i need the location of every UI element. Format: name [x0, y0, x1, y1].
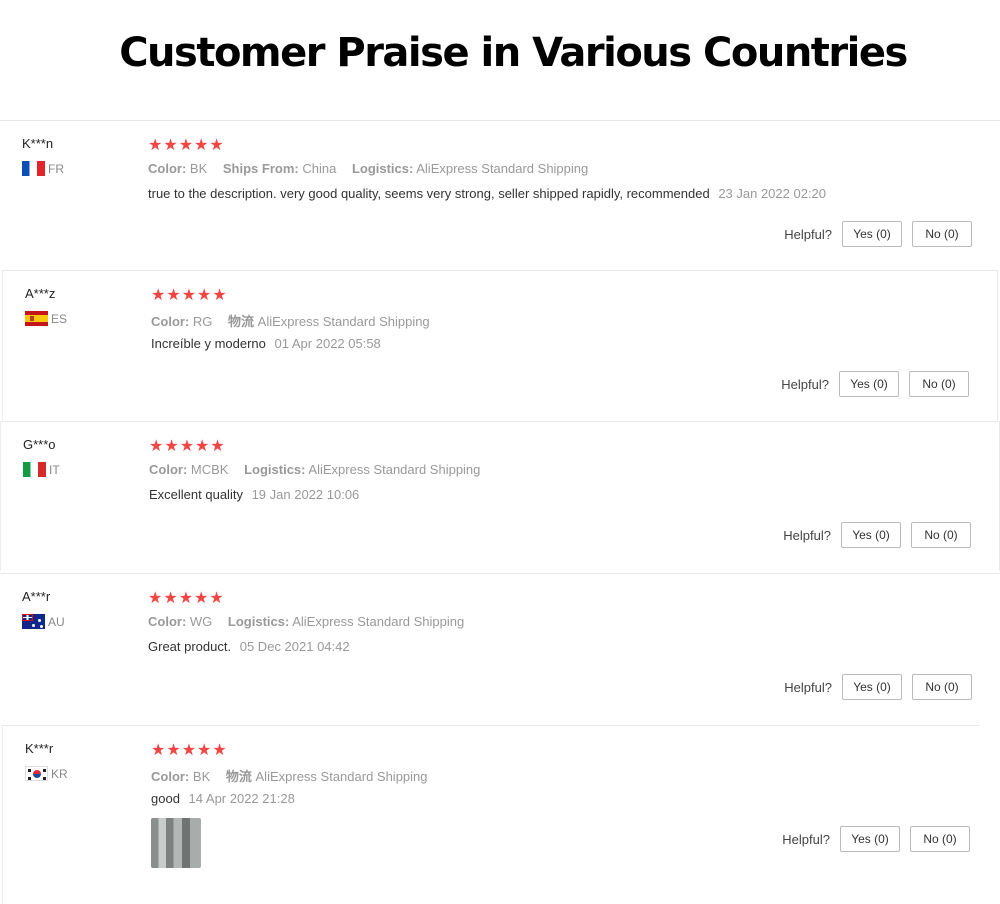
- meta-value: WG: [189, 614, 213, 629]
- helpful-yes-button[interactable]: Yes (0): [842, 674, 902, 700]
- review-body: true to the description. very good quali…: [148, 186, 710, 201]
- spain-flag-icon: [25, 311, 48, 326]
- meta-value: BK: [189, 161, 208, 176]
- meta-value: AliExpress Standard Shipping: [292, 614, 465, 629]
- review-body: Excellent quality: [149, 487, 243, 502]
- meta-value: BK: [192, 769, 211, 784]
- review-date: 19 Jan 2022 10:06: [251, 487, 360, 502]
- meta-label: Color:: [151, 769, 190, 784]
- helpful-no-button[interactable]: No (0): [912, 221, 972, 247]
- helpful-label: Helpful?: [782, 831, 830, 847]
- helpful-row: Helpful? Yes (0) No (0): [783, 522, 971, 548]
- reviewer-country: FR: [22, 161, 64, 176]
- reviewer-name: K***r: [25, 741, 54, 756]
- page-title: Customer Praise in Various Countries: [119, 30, 908, 76]
- meta-label: Logistics:: [351, 161, 414, 176]
- star-rating: ★★★★★: [151, 740, 228, 759]
- reviewer-name: A***z: [25, 286, 56, 301]
- review-body: good: [151, 791, 180, 806]
- helpful-no-button[interactable]: No (0): [912, 674, 972, 700]
- country-code: ES: [51, 311, 68, 326]
- review-date: 01 Apr 2022 05:58: [274, 336, 381, 351]
- south-korea-flag-icon: [25, 766, 48, 781]
- meta-label: 物流: [228, 314, 255, 329]
- meta-label: Color:: [149, 462, 188, 477]
- reviewer-name: A***r: [22, 589, 51, 604]
- review-card: A***r AU ★★★★★ Color: WG Logistics: AliE…: [0, 573, 1000, 723]
- reviewer-country: IT: [23, 462, 60, 477]
- helpful-label: Helpful?: [781, 376, 829, 392]
- review-date: 05 Dec 2021 04:42: [239, 639, 350, 654]
- review-date: 14 Apr 2022 21:28: [188, 791, 295, 806]
- star-rating: ★★★★★: [148, 588, 225, 607]
- helpful-yes-button[interactable]: Yes (0): [839, 371, 899, 397]
- review-text: Increíble y moderno 01 Apr 2022 05:58: [151, 336, 381, 351]
- star-rating: ★★★★★: [148, 135, 225, 154]
- review-text: Great product. 05 Dec 2021 04:42: [148, 639, 350, 654]
- review-meta: Color: RG 物流 AliExpress Standard Shippin…: [151, 311, 442, 330]
- meta-value: RG: [192, 314, 213, 329]
- meta-value: AliExpress Standard Shipping: [416, 161, 589, 176]
- review-meta: Color: WG Logistics: AliExpress Standard…: [148, 614, 476, 629]
- meta-value: AliExpress Standard Shipping: [255, 769, 428, 784]
- helpful-row: Helpful? Yes (0) No (0): [781, 371, 969, 397]
- helpful-label: Helpful?: [783, 527, 831, 543]
- helpful-no-button[interactable]: No (0): [910, 826, 970, 852]
- france-flag-icon: [22, 161, 45, 176]
- review-text: good 14 Apr 2022 21:28: [151, 791, 295, 806]
- country-code: AU: [48, 614, 65, 629]
- meta-value: AliExpress Standard Shipping: [308, 462, 481, 477]
- review-text: Excellent quality 19 Jan 2022 10:06: [149, 487, 359, 502]
- reviewer-country: KR: [25, 766, 68, 781]
- reviewer-name: G***o: [23, 437, 56, 452]
- review-date: 23 Jan 2022 02:20: [718, 186, 827, 201]
- meta-label: Color:: [148, 614, 187, 629]
- meta-label: Logistics:: [227, 614, 290, 629]
- helpful-no-button[interactable]: No (0): [911, 522, 971, 548]
- review-body: Increíble y moderno: [151, 336, 266, 351]
- italy-flag-icon: [23, 462, 46, 477]
- meta-label: Ships From:: [222, 161, 299, 176]
- helpful-no-button[interactable]: No (0): [909, 371, 969, 397]
- meta-value: MCBK: [190, 462, 229, 477]
- helpful-yes-button[interactable]: Yes (0): [841, 522, 901, 548]
- country-code: IT: [49, 462, 60, 477]
- review-body: Great product.: [148, 639, 232, 654]
- meta-value: China: [302, 161, 337, 176]
- star-rating: ★★★★★: [151, 285, 228, 304]
- australia-flag-icon: [22, 614, 45, 629]
- star-rating: ★★★★★: [149, 436, 226, 455]
- meta-label: Color:: [148, 161, 187, 176]
- reviewer-country: AU: [22, 614, 65, 629]
- reviewer-country: ES: [25, 311, 67, 326]
- review-card: K***n FR ★★★★★ Color: BK Ships From: Chi…: [0, 120, 1000, 270]
- meta-value: AliExpress Standard Shipping: [257, 314, 430, 329]
- meta-label: Logistics:: [244, 462, 306, 477]
- helpful-label: Helpful?: [784, 226, 832, 242]
- review-card: K***r KR ★★★★★ Color: BK 物流 AliExpress S…: [2, 725, 980, 904]
- review-photo-thumbnail[interactable]: [151, 818, 201, 868]
- review-card: G***o IT ★★★★★ Color: MCBK Logistics: Al…: [0, 421, 1000, 571]
- helpful-row: Helpful? Yes (0) No (0): [782, 826, 970, 852]
- review-meta: Color: MCBK Logistics: AliExpress Standa…: [149, 462, 492, 477]
- meta-label: 物流: [225, 769, 252, 784]
- reviewer-name: K***n: [22, 136, 54, 151]
- review-text: true to the description. very good quali…: [148, 186, 826, 201]
- helpful-label: Helpful?: [784, 679, 832, 695]
- review-meta: Color: BK Ships From: China Logistics: A…: [148, 161, 600, 176]
- review-card: A***z ES ★★★★★ Color: RG 物流 AliExpress S…: [2, 270, 998, 420]
- helpful-row: Helpful? Yes (0) No (0): [784, 674, 972, 700]
- country-code: KR: [51, 766, 68, 781]
- helpful-yes-button[interactable]: Yes (0): [840, 826, 900, 852]
- country-code: FR: [48, 161, 64, 176]
- review-meta: Color: BK 物流 AliExpress Standard Shippin…: [151, 766, 440, 785]
- helpful-row: Helpful? Yes (0) No (0): [784, 221, 972, 247]
- meta-label: Color:: [151, 314, 190, 329]
- helpful-yes-button[interactable]: Yes (0): [842, 221, 902, 247]
